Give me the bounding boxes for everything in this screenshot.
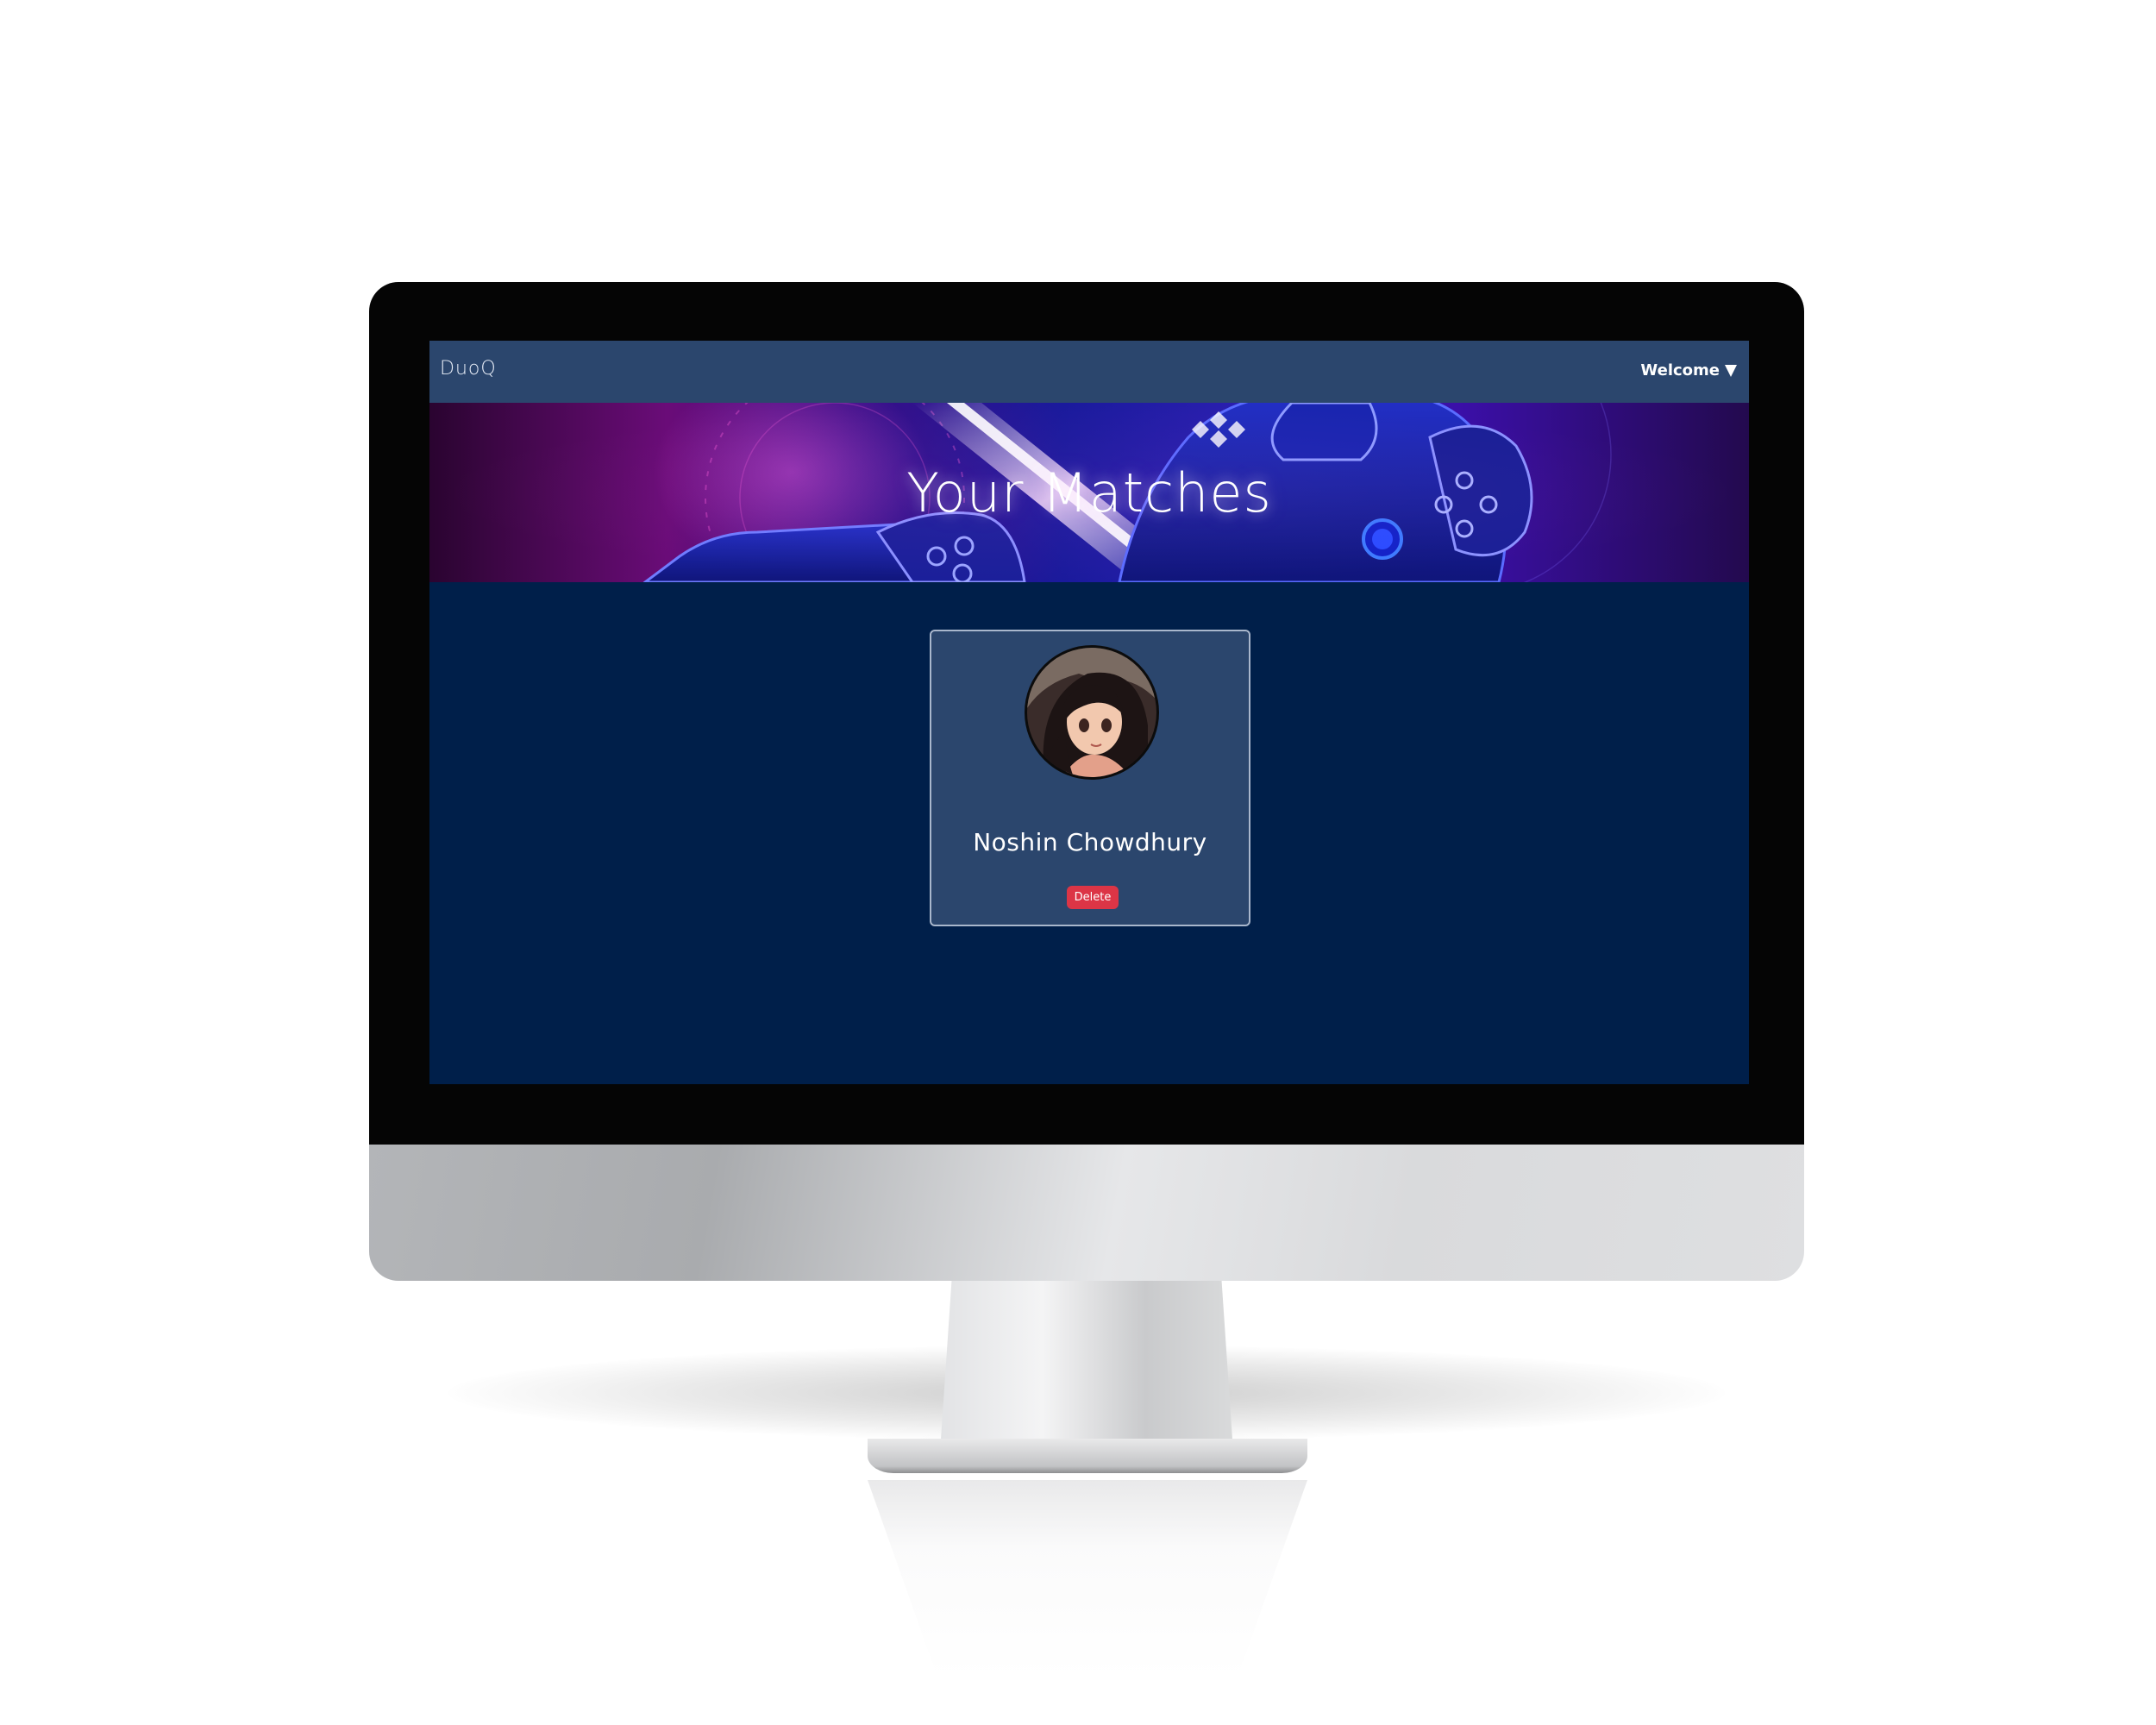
monitor-chin <box>369 1141 1804 1281</box>
match-card: Noshin Chowdhury Delete <box>930 630 1250 926</box>
hero-banner: Your Matches <box>429 403 1749 582</box>
stand-reflection <box>868 1480 1307 1678</box>
user-menu-toggle[interactable]: Welcome <box>1640 361 1737 380</box>
product-mockup: DuoQ Welcome Your Matches Noshin Chowdhu… <box>0 0 2156 1725</box>
match-avatar <box>1025 645 1159 780</box>
monitor-stand-foot <box>868 1439 1307 1473</box>
brand-logo[interactable]: DuoQ <box>440 358 497 380</box>
delete-match-button[interactable]: Delete <box>1067 886 1119 909</box>
caret-down-icon <box>1725 364 1737 377</box>
app-screen: DuoQ Welcome Your Matches Noshin Chowdhu… <box>429 341 1749 1084</box>
user-menu-label: Welcome <box>1640 361 1720 380</box>
avatar-illustration <box>1027 648 1156 777</box>
page-title: Your Matches <box>906 461 1272 524</box>
top-navbar: DuoQ Welcome <box>429 341 1749 403</box>
match-name: Noshin Chowdhury <box>973 828 1207 856</box>
monitor-stand-neck <box>940 1279 1233 1452</box>
